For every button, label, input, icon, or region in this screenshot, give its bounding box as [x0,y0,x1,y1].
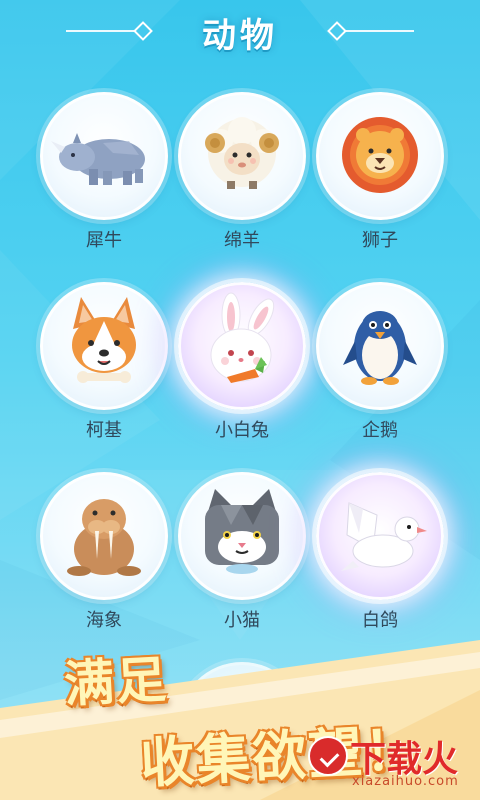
download-icon [308,736,348,776]
watermark: 下载火 xiazaihuo.com [298,722,480,800]
rhino-icon [40,92,168,220]
header-line-right [344,30,414,32]
animal-name: 狮子 [362,230,398,251]
header: 动物 [0,0,480,62]
page-title: 动物 [202,16,278,56]
sheep-icon [178,92,306,220]
animal-card-dove[interactable]: 白鸽 [316,472,444,632]
animal-card-sheep[interactable]: 绵羊 [178,92,306,252]
slogan-line-1: 满足 [62,650,170,714]
corgi-icon [40,282,168,410]
rabbit-icon [178,282,306,410]
animal-card-penguin[interactable]: 企鹅 [316,282,444,442]
animal-card-cat[interactable]: 小猫 [178,472,306,632]
animal-name: 小猫 [224,610,260,631]
animal-name: 柯基 [86,420,122,441]
animal-card-rabbit[interactable]: 小白兔 [178,282,306,442]
animal-card-corgi[interactable]: 柯基 [40,282,168,442]
animal-card-walrus[interactable]: 海象 [40,472,168,632]
animal-name: 海象 [86,610,122,631]
penguin-icon [316,282,444,410]
animal-card-lion[interactable]: 狮子 [316,92,444,252]
lion-icon [316,92,444,220]
animal-name: 犀牛 [86,230,122,251]
animal-name: 绵羊 [224,230,260,251]
walrus-icon [40,472,168,600]
dove-icon [316,472,444,600]
animal-name: 企鹅 [362,420,398,441]
cat-icon [178,472,306,600]
animal-name: 白鸽 [362,610,398,631]
animal-name: 小白兔 [215,420,269,441]
watermark-url: xiazaihuo.com [352,774,459,789]
animal-card-rhino[interactable]: 犀牛 [40,92,168,252]
